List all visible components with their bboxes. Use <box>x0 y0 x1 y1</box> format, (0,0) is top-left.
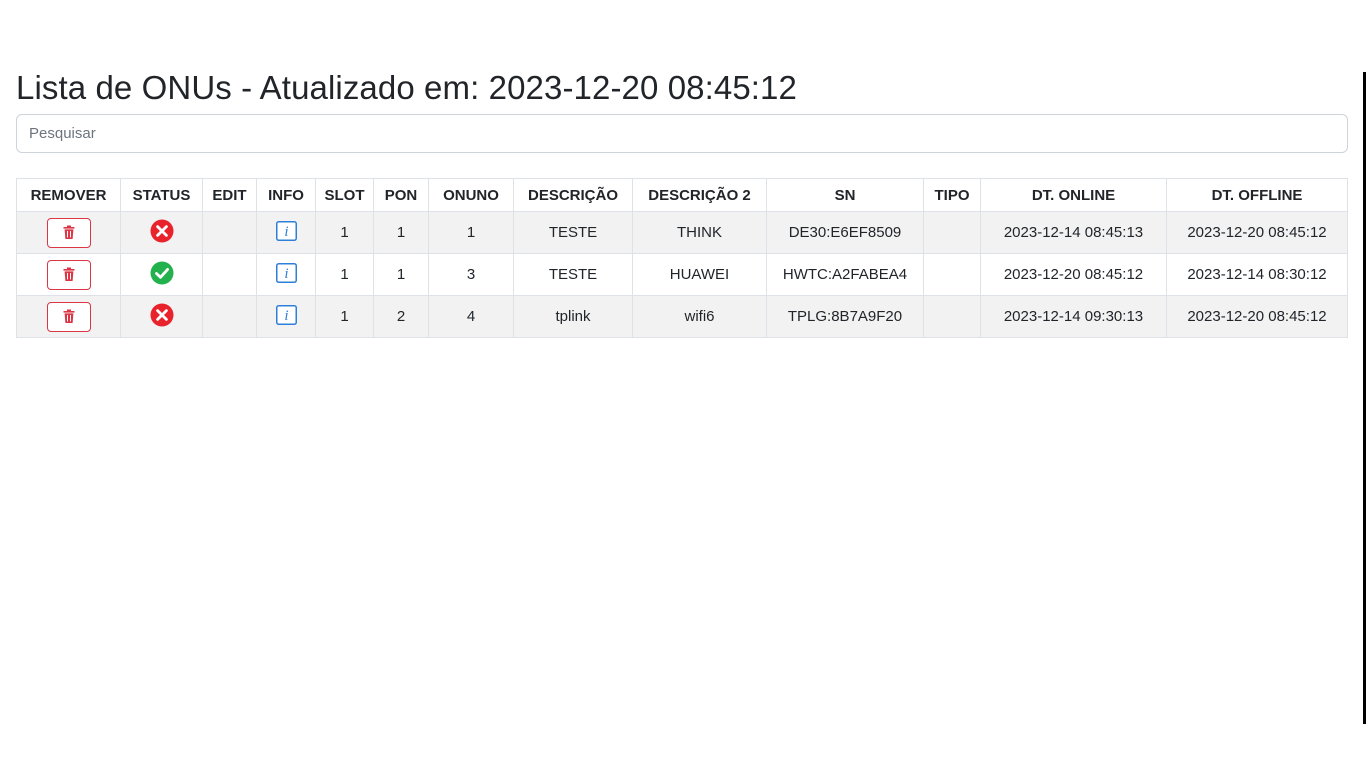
remove-button[interactable] <box>46 217 91 248</box>
trash-icon <box>63 267 74 281</box>
header-row: REMOVER STATUS EDIT INFO SLOT PON ONUNO … <box>16 178 1348 212</box>
onu-table: REMOVER STATUS EDIT INFO SLOT PON ONUNO … <box>16 178 1348 338</box>
page-title: Lista de ONUs - Atualizado em: 2023-12-2… <box>16 69 797 106</box>
trash-icon <box>63 309 74 323</box>
page: Lista de ONUs - Atualizado em: 2023-12-2… <box>0 0 1366 768</box>
cell-descricao-2: HUAWEI <box>632 253 767 296</box>
cell-dt-offline: 2023-12-14 08:30:12 <box>1166 253 1348 296</box>
cell-edit <box>202 253 257 296</box>
cell-pon: 2 <box>373 295 429 338</box>
cell-onuno: 4 <box>428 295 514 338</box>
svg-text:i: i <box>284 308 288 324</box>
col-header-remover[interactable]: REMOVER <box>16 178 121 212</box>
cell-remover <box>16 211 121 254</box>
col-header-descricao-2[interactable]: DESCRIÇÃO 2 <box>632 178 767 212</box>
col-header-edit[interactable]: EDIT <box>202 178 257 212</box>
cell-slot: 1 <box>315 211 374 254</box>
svg-text:i: i <box>284 224 288 240</box>
cell-dt-online: 2023-12-14 09:30:13 <box>980 295 1167 338</box>
cell-onuno: 3 <box>428 253 514 296</box>
info-icon[interactable]: i <box>275 262 297 287</box>
cell-dt-offline: 2023-12-20 08:45:12 <box>1166 295 1348 338</box>
cell-onuno: 1 <box>428 211 514 254</box>
table-row: i 1 2 4 tplink wifi6 TPLG:8B7A9F20 2023-12-14 0… <box>16 295 1348 338</box>
cell-descricao-2: THINK <box>632 211 767 254</box>
svg-text:i: i <box>284 266 288 282</box>
col-header-info[interactable]: INFO <box>256 178 316 212</box>
cell-info: i <box>256 253 316 296</box>
remove-button[interactable] <box>46 259 91 290</box>
cell-info: i <box>256 211 316 254</box>
cell-dt-online: 2023-12-20 08:45:12 <box>980 253 1167 296</box>
cell-edit <box>202 295 257 338</box>
cell-dt-offline: 2023-12-20 08:45:12 <box>1166 211 1348 254</box>
x-circle-icon <box>150 219 174 247</box>
search-input[interactable] <box>16 114 1348 153</box>
cell-pon: 1 <box>373 211 429 254</box>
cell-remover <box>16 295 121 338</box>
col-header-status[interactable]: STATUS <box>120 178 203 212</box>
table-header: REMOVER STATUS EDIT INFO SLOT PON ONUNO … <box>16 178 1348 212</box>
cell-tipo <box>923 211 981 254</box>
trash-icon <box>63 225 74 239</box>
cell-status <box>120 253 203 296</box>
table-row: i 1 1 3 TESTE HUAWEI HWTC:A2FABEA4 2023-12-20 0… <box>16 253 1348 296</box>
table-body: i 1 1 1 TESTE THINK DE30:E6EF8509 2023-12-14 08… <box>16 211 1348 338</box>
cell-sn: TPLG:8B7A9F20 <box>766 295 924 338</box>
col-header-onuno[interactable]: ONUNO <box>428 178 514 212</box>
info-icon[interactable]: i <box>275 304 297 329</box>
col-header-sn[interactable]: SN <box>766 178 924 212</box>
col-header-pon[interactable]: PON <box>373 178 429 212</box>
cell-pon: 1 <box>373 253 429 296</box>
cell-info: i <box>256 295 316 338</box>
cell-tipo <box>923 253 981 296</box>
cell-descricao: TESTE <box>513 253 633 296</box>
table-row: i 1 1 1 TESTE THINK DE30:E6EF8509 2023-12-14 08… <box>16 211 1348 254</box>
cell-tipo <box>923 295 981 338</box>
cell-slot: 1 <box>315 253 374 296</box>
info-icon[interactable]: i <box>275 220 297 245</box>
col-header-dt-offline[interactable]: DT. OFFLINE <box>1166 178 1348 212</box>
cell-dt-online: 2023-12-14 08:45:13 <box>980 211 1167 254</box>
check-circle-icon <box>150 261 174 289</box>
cell-status <box>120 295 203 338</box>
col-header-slot[interactable]: SLOT <box>315 178 374 212</box>
col-header-tipo[interactable]: TIPO <box>923 178 981 212</box>
remove-button[interactable] <box>46 301 91 332</box>
col-header-dt-online[interactable]: DT. ONLINE <box>980 178 1167 212</box>
cell-descricao: TESTE <box>513 211 633 254</box>
col-header-descricao[interactable]: DESCRIÇÃO <box>513 178 633 212</box>
cell-sn: DE30:E6EF8509 <box>766 211 924 254</box>
cell-status <box>120 211 203 254</box>
cell-edit <box>202 211 257 254</box>
main-container: Lista de ONUs - Atualizado em: 2023-12-2… <box>16 66 1348 338</box>
x-circle-icon <box>150 303 174 331</box>
cell-sn: HWTC:A2FABEA4 <box>766 253 924 296</box>
cell-descricao-2: wifi6 <box>632 295 767 338</box>
cell-slot: 1 <box>315 295 374 338</box>
cell-remover <box>16 253 121 296</box>
cell-descricao: tplink <box>513 295 633 338</box>
